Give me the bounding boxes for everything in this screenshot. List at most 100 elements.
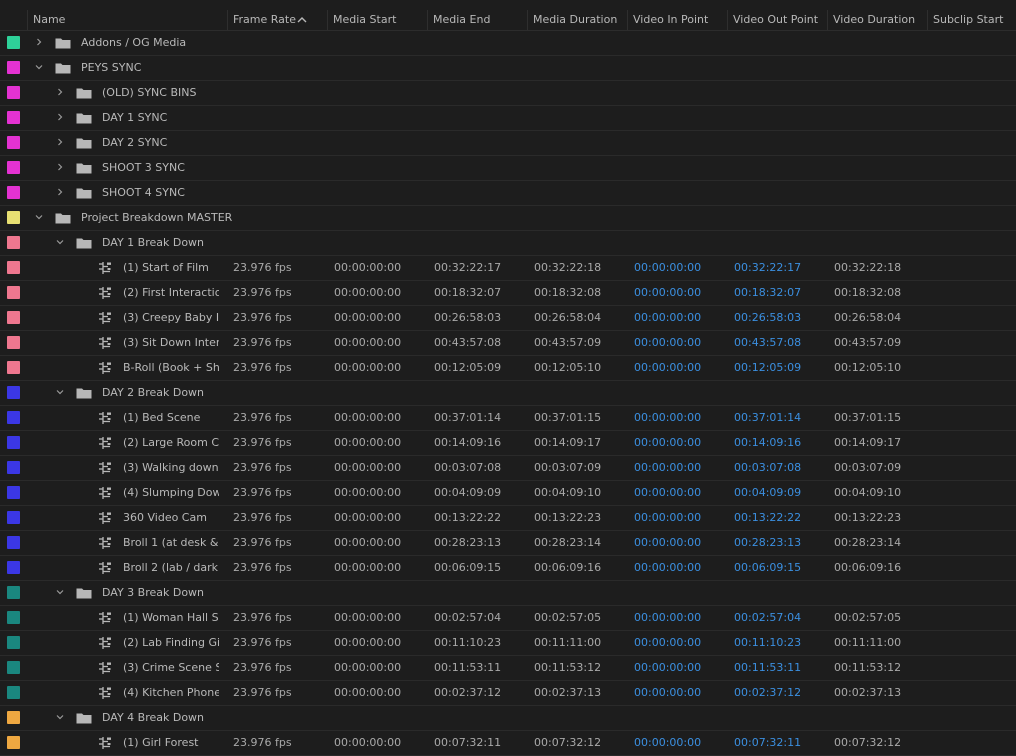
bin-row[interactable]: DAY 4 Break Down xyxy=(0,706,1016,731)
label-color-swatch[interactable] xyxy=(7,711,20,724)
video-in-point-cell[interactable]: 00:00:00:00 xyxy=(634,531,701,555)
bin-name[interactable]: DAY 3 Break Down xyxy=(102,581,322,605)
label-color-swatch[interactable] xyxy=(7,386,20,399)
column-header-media-start[interactable]: Media Start xyxy=(327,10,427,30)
bin-row[interactable]: Addons / OG Media xyxy=(0,31,1016,56)
label-color-swatch[interactable] xyxy=(7,561,20,574)
video-in-point-cell[interactable]: 00:00:00:00 xyxy=(634,406,701,430)
bin-name[interactable]: DAY 2 SYNC xyxy=(102,131,322,155)
chevron-right-icon[interactable] xyxy=(55,137,65,147)
bin-name[interactable]: SHOOT 3 SYNC xyxy=(102,156,322,180)
clip-name[interactable]: (3) Creepy Baby Int xyxy=(123,306,219,330)
clip-row[interactable]: (3) Sit Down Intera 23.976 fps 00:00:00:00… xyxy=(0,331,1016,356)
label-color-swatch[interactable] xyxy=(7,286,20,299)
chevron-down-icon[interactable] xyxy=(34,62,44,72)
video-out-point-cell[interactable]: 00:37:01:14 xyxy=(734,406,801,430)
label-color-swatch[interactable] xyxy=(7,261,20,274)
clip-row[interactable]: (1) Bed Scene 23.976 fps 00:00:00:00 00:37:… xyxy=(0,406,1016,431)
label-color-swatch[interactable] xyxy=(7,211,20,224)
video-out-point-cell[interactable]: 00:43:57:08 xyxy=(734,331,801,355)
label-color-swatch[interactable] xyxy=(7,336,20,349)
bin-name[interactable]: SHOOT 4 SYNC xyxy=(102,181,322,205)
clip-row[interactable]: (2) First Interaction 23.976 fps 00:00:00:… xyxy=(0,281,1016,306)
chevron-down-icon[interactable] xyxy=(55,387,65,397)
clip-row[interactable]: (1) Girl Forest 23.976 fps 00:00:00:00 00:0… xyxy=(0,731,1016,756)
label-color-swatch[interactable] xyxy=(7,486,20,499)
video-out-point-cell[interactable]: 00:11:53:11 xyxy=(734,656,801,680)
clip-name[interactable]: Broll 2 (lab / dark h xyxy=(123,556,219,580)
bin-name[interactable]: DAY 2 Break Down xyxy=(102,381,322,405)
video-in-point-cell[interactable]: 00:00:00:00 xyxy=(634,656,701,680)
video-in-point-cell[interactable]: 00:00:00:00 xyxy=(634,606,701,630)
clip-row[interactable]: (1) Woman Hall Sh 23.976 fps 00:00:00:00 00… xyxy=(0,606,1016,631)
column-header-name[interactable]: Name xyxy=(27,10,227,30)
label-color-swatch[interactable] xyxy=(7,61,20,74)
video-in-point-cell[interactable]: 00:00:00:00 xyxy=(634,431,701,455)
label-color-swatch[interactable] xyxy=(7,111,20,124)
bin-name[interactable]: (OLD) SYNC BINS xyxy=(102,81,322,105)
bin-row[interactable]: SHOOT 4 SYNC xyxy=(0,181,1016,206)
clip-row[interactable]: (3) Crime Scene Sh 23.976 fps 00:00:00:00 0… xyxy=(0,656,1016,681)
label-color-swatch[interactable] xyxy=(7,236,20,249)
clip-name[interactable]: (2) Lab Finding Girl xyxy=(123,631,219,655)
label-color-swatch[interactable] xyxy=(7,661,20,674)
clip-row[interactable]: (4) Slumping Down 23.976 fps 00:00:00:00 00… xyxy=(0,481,1016,506)
bin-row[interactable]: DAY 2 Break Down xyxy=(0,381,1016,406)
column-header-video-in-point[interactable]: Video In Point xyxy=(627,10,727,30)
video-in-point-cell[interactable]: 00:00:00:00 xyxy=(634,631,701,655)
label-color-swatch[interactable] xyxy=(7,586,20,599)
clip-name[interactable]: Broll 1 (at desk & i xyxy=(123,531,219,555)
video-in-point-cell[interactable]: 00:00:00:00 xyxy=(634,481,701,505)
clip-row[interactable]: 360 Video Cam 23.976 fps 00:00:00:00 00:13:… xyxy=(0,506,1016,531)
label-color-swatch[interactable] xyxy=(7,86,20,99)
label-color-swatch[interactable] xyxy=(7,611,20,624)
clip-row[interactable]: Broll 1 (at desk & i 23.976 fps 00:00:00:0… xyxy=(0,531,1016,556)
clip-row[interactable]: (4) Kitchen Phone 23.976 fps 00:00:00:00 00… xyxy=(0,681,1016,706)
video-out-point-cell[interactable]: 00:26:58:03 xyxy=(734,306,801,330)
clip-name[interactable]: (3) Crime Scene Sh xyxy=(123,656,219,680)
clip-row[interactable]: (3) Walking down 23.976 fps 00:00:00:00 00:… xyxy=(0,456,1016,481)
video-in-point-cell[interactable]: 00:00:00:00 xyxy=(634,506,701,530)
chevron-down-icon[interactable] xyxy=(55,237,65,247)
clip-name[interactable]: 360 Video Cam xyxy=(123,506,219,530)
video-out-point-cell[interactable]: 00:11:10:23 xyxy=(734,631,801,655)
bin-row[interactable]: (OLD) SYNC BINS xyxy=(0,81,1016,106)
bin-name[interactable]: DAY 1 SYNC xyxy=(102,106,322,130)
chevron-down-icon[interactable] xyxy=(55,712,65,722)
column-header-video-duration[interactable]: Video Duration xyxy=(827,10,927,30)
video-in-point-cell[interactable]: 00:00:00:00 xyxy=(634,556,701,580)
clip-name[interactable]: B-Roll (Book + Sho xyxy=(123,356,219,380)
clip-row[interactable]: B-Roll (Book + Sho 23.976 fps 00:00:00:00 0… xyxy=(0,356,1016,381)
column-header-video-out-point[interactable]: Video Out Point xyxy=(727,10,827,30)
bin-name[interactable]: Addons / OG Media xyxy=(81,31,301,55)
video-out-point-cell[interactable]: 00:06:09:15 xyxy=(734,556,801,580)
video-in-point-cell[interactable]: 00:00:00:00 xyxy=(634,681,701,705)
label-color-swatch[interactable] xyxy=(7,36,20,49)
chevron-right-icon[interactable] xyxy=(55,187,65,197)
chevron-right-icon[interactable] xyxy=(55,112,65,122)
clip-row[interactable]: Broll 2 (lab / dark h 23.976 fps 00:00:00:… xyxy=(0,556,1016,581)
chevron-right-icon[interactable] xyxy=(34,37,44,47)
video-out-point-cell[interactable]: 00:07:32:11 xyxy=(734,731,801,755)
bin-name[interactable]: DAY 1 Break Down xyxy=(102,231,322,255)
bin-row[interactable]: DAY 3 Break Down xyxy=(0,581,1016,606)
label-color-swatch[interactable] xyxy=(7,136,20,149)
bin-name[interactable]: PEYS SYNC xyxy=(81,56,301,80)
label-color-swatch[interactable] xyxy=(7,361,20,374)
chevron-down-icon[interactable] xyxy=(34,212,44,222)
clip-row[interactable]: (1) Start of Film 23.976 fps 00:00:00:00 00… xyxy=(0,256,1016,281)
clip-name[interactable]: (2) First Interaction xyxy=(123,281,219,305)
clip-name[interactable]: (3) Walking down xyxy=(123,456,219,480)
clip-row[interactable]: (3) Creepy Baby Int 23.976 fps 00:00:00:00… xyxy=(0,306,1016,331)
clip-name[interactable]: (1) Bed Scene xyxy=(123,406,219,430)
label-color-swatch[interactable] xyxy=(7,436,20,449)
label-color-swatch[interactable] xyxy=(7,186,20,199)
clip-name[interactable]: (4) Kitchen Phone xyxy=(123,681,219,705)
label-color-swatch[interactable] xyxy=(7,636,20,649)
column-header-subclip-start[interactable]: Subclip Start xyxy=(927,10,1016,30)
bin-row[interactable]: DAY 1 Break Down xyxy=(0,231,1016,256)
video-in-point-cell[interactable]: 00:00:00:00 xyxy=(634,306,701,330)
column-header-frame-rate[interactable]: Frame Rate xyxy=(227,10,327,30)
video-out-point-cell[interactable]: 00:04:09:09 xyxy=(734,481,801,505)
label-color-swatch[interactable] xyxy=(7,311,20,324)
